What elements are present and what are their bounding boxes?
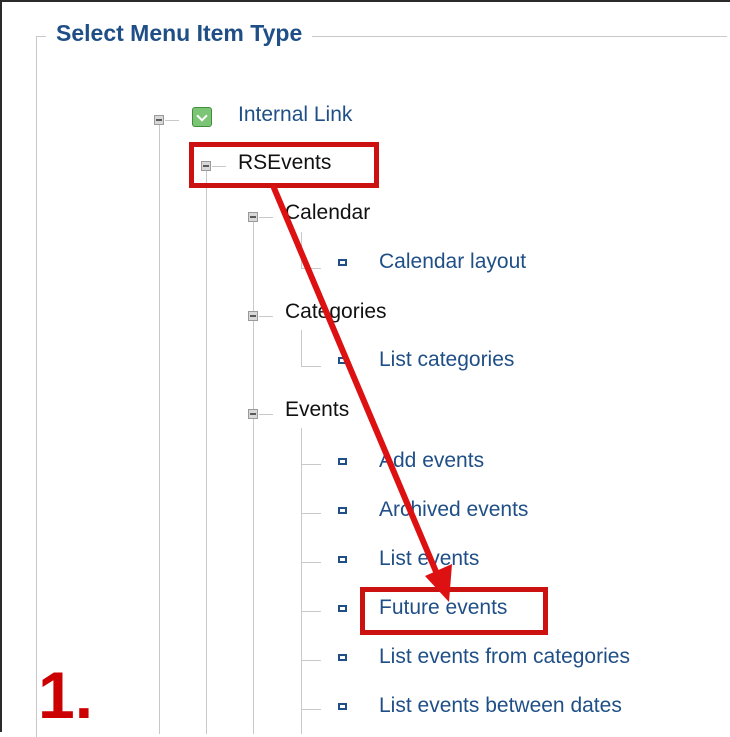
step-number: 1.: [38, 658, 94, 732]
menu-type-panel: Select Menu Item Type Internal Link RSEv…: [0, 0, 730, 737]
annotation-arrow: [271, 185, 452, 602]
